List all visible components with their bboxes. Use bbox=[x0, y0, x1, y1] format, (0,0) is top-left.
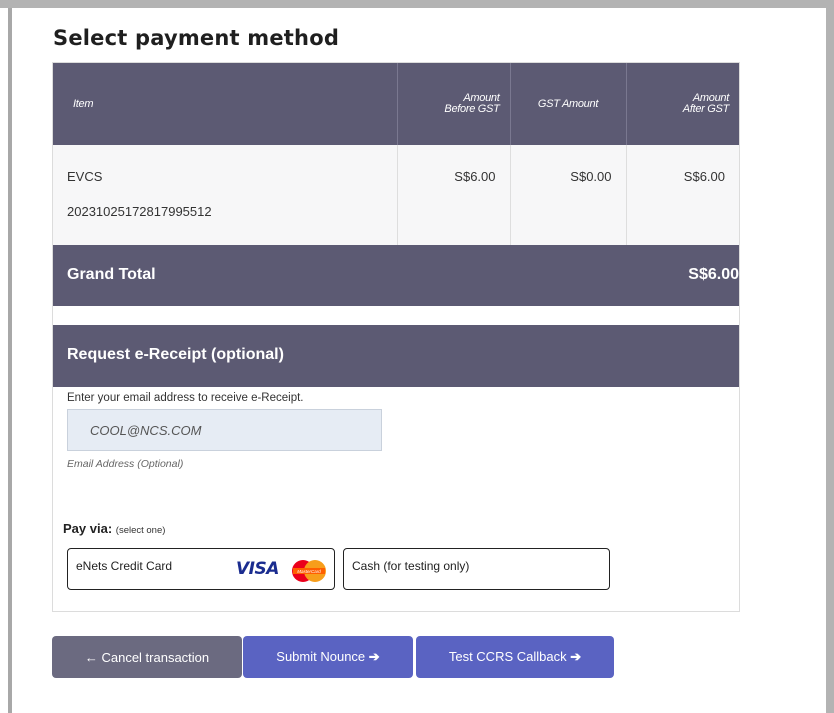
header-amount-after-gst: Amount After GST bbox=[626, 63, 739, 145]
header-before-line2: Before GST bbox=[444, 103, 500, 115]
pay-via-label: Pay via: (select one) bbox=[63, 521, 165, 536]
page-title: Select payment method bbox=[53, 26, 340, 50]
grand-total-bar: Grand Total S$6.00 bbox=[53, 245, 739, 306]
receipt-heading: Request e-Receipt (optional) bbox=[67, 346, 284, 363]
mastercard-logo-icon: MasterCard bbox=[292, 560, 326, 582]
email-input[interactable] bbox=[67, 409, 382, 451]
cancel-transaction-button[interactable]: ← Cancel transaction bbox=[52, 636, 242, 678]
test-button-label: Test CCRS Callback bbox=[448, 649, 567, 664]
submit-button-label: Submit Nounce bbox=[276, 649, 366, 664]
email-help-text: Enter your email address to receive e-Re… bbox=[67, 392, 304, 404]
items-table: Item Amount Before GST GST Amount Amount… bbox=[53, 63, 739, 245]
header-item: Item bbox=[53, 63, 398, 145]
window-top-border bbox=[0, 0, 834, 8]
test-ccrs-callback-button[interactable]: Test CCRS Callback ➔ bbox=[416, 636, 614, 678]
cell-item: EVCS 20231025172817995512 bbox=[53, 145, 398, 245]
grand-total-label: Grand Total bbox=[67, 266, 156, 283]
header-gst-amount: GST Amount bbox=[510, 63, 627, 145]
submit-nounce-button[interactable]: Submit Nounce ➔ bbox=[243, 636, 413, 678]
payment-card: Item Amount Before GST GST Amount Amount… bbox=[52, 62, 740, 612]
grand-total-value: S$6.00 bbox=[688, 266, 739, 283]
pay-via-text: Pay via: bbox=[63, 521, 113, 536]
pay-option-label: eNets Credit Card bbox=[76, 559, 173, 573]
arrow-right-icon: ➔ bbox=[368, 649, 380, 664]
arrow-left-icon: ← bbox=[84, 649, 98, 665]
header-after-line2: After GST bbox=[682, 103, 730, 115]
cancel-button-label: Cancel transaction bbox=[101, 649, 210, 665]
table-row: EVCS 20231025172817995512 S$6.00 S$0.00 … bbox=[53, 145, 739, 245]
item-reference: 20231025172817995512 bbox=[67, 204, 212, 219]
header-amount-before-gst: Amount Before GST bbox=[397, 63, 511, 145]
window-right-border bbox=[826, 8, 834, 713]
table-header-row: Item Amount Before GST GST Amount Amount… bbox=[53, 63, 739, 145]
receipt-heading-bar: Request e-Receipt (optional) bbox=[53, 325, 739, 387]
visa-logo-icon: VISA bbox=[236, 559, 279, 579]
arrow-right-icon: ➔ bbox=[570, 649, 582, 664]
pay-option-enets-credit-card[interactable]: eNets Credit Card VISA MasterCard bbox=[67, 548, 335, 590]
email-caption: Email Address (Optional) bbox=[67, 458, 184, 470]
pay-option-label: Cash (for testing only) bbox=[352, 559, 470, 573]
mastercard-logo-text: MasterCard bbox=[297, 569, 321, 574]
item-name: EVCS bbox=[67, 169, 103, 184]
cell-amount-after-gst: S$6.00 bbox=[626, 145, 739, 245]
window-left-border bbox=[8, 8, 12, 713]
pay-option-cash[interactable]: Cash (for testing only) bbox=[343, 548, 610, 590]
pay-via-hint: (select one) bbox=[115, 525, 166, 536]
cell-amount-before-gst: S$6.00 bbox=[397, 145, 511, 245]
cell-gst-amount: S$0.00 bbox=[510, 145, 627, 245]
